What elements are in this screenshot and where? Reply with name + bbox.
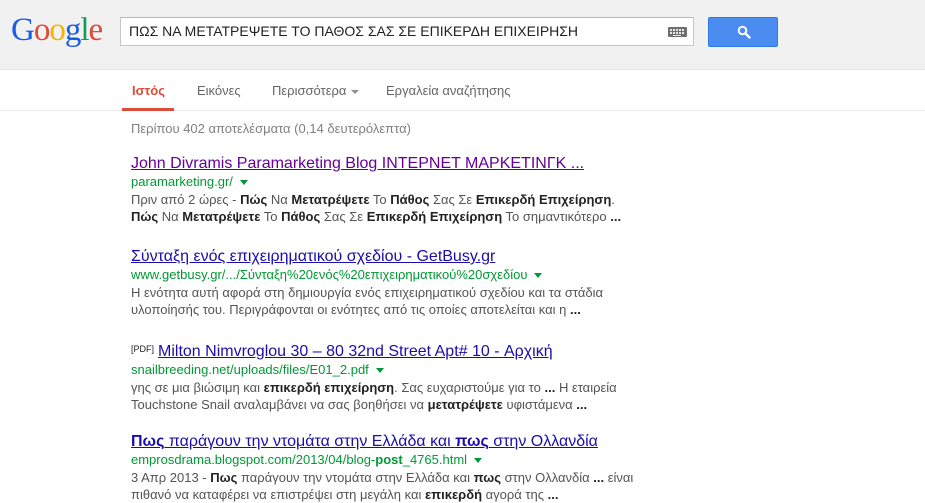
result-title-link[interactable]: John Divramis Paramarketing Blog ΙΝΤΕΡΝΕ…	[131, 154, 651, 173]
tab-search-tools[interactable]: Εργαλεία αναζήτησης	[386, 83, 511, 98]
google-logo[interactable]: Google	[11, 14, 103, 47]
tab-more[interactable]: Περισσότερα	[272, 83, 360, 98]
tab-images[interactable]: Εικόνες	[197, 83, 241, 98]
result-stats: Περίπου 402 αποτελέσματα (0,14 δευτερόλε…	[131, 121, 411, 136]
result-snippet: 3 Απρ 2013 - Πως παράγουν την ντομάτα στ…	[131, 469, 651, 503]
result-url: paramarketing.gr/	[131, 174, 651, 190]
result-snippet: Η ενότητα αυτή αφορά στη δημιουργία ενός…	[131, 284, 651, 318]
url-options-arrow-icon[interactable]	[239, 180, 248, 186]
active-tab-indicator	[122, 108, 174, 111]
result-title-link[interactable]: [PDF] Milton Nimvroglou 30 – 80 32nd Stre…	[131, 340, 651, 361]
url-options-arrow-icon[interactable]	[474, 458, 483, 464]
snippet-line: Πριν από 2 ώρες - Πώς Να Μετατρέψετε Το …	[131, 192, 615, 207]
result-url: snailbreeding.net/uploads/files/E01_2.pd…	[131, 362, 651, 378]
result-snippet: Πριν από 2 ώρες - Πώς Να Μετατρέψετε Το …	[131, 191, 651, 225]
result-title-link[interactable]: Πως παράγουν την ντομάτα στην Ελλάδα και…	[131, 432, 651, 451]
header-bar: Google	[0, 0, 925, 70]
search-box[interactable]	[120, 17, 694, 46]
result-url-text: snailbreeding.net/uploads/files/E01_2.pd…	[131, 362, 369, 377]
snippet-line: υλοποίησής του. Περιγράφονται οι ενότητε…	[131, 302, 581, 317]
snippet-line: 3 Απρ 2013 - Πως παράγουν την ντομάτα στ…	[131, 470, 634, 485]
tab-web[interactable]: Ιστός	[132, 83, 165, 98]
result-snippet: γης σε μια βιώσιμη και επικερδή επιχείρη…	[131, 379, 651, 413]
search-result: Πως παράγουν την ντομάτα στην Ελλάδα και…	[131, 432, 651, 503]
search-result: Σύνταξη ενός επιχειρηματικού σχεδίου - G…	[131, 247, 651, 318]
result-url-text: www.getbusy.gr/.../Σύνταξη%20ενός%20επιχ…	[131, 267, 528, 282]
search-result: John Divramis Paramarketing Blog ΙΝΤΕΡΝΕ…	[131, 154, 651, 225]
pdf-tag: [PDF]	[131, 344, 155, 354]
search-result: [PDF] Milton Nimvroglou 30 – 80 32nd Stre…	[131, 340, 651, 413]
search-tabs: Ιστός Εικόνες Περισσότερα Εργαλεία αναζή…	[0, 71, 925, 111]
result-url: www.getbusy.gr/.../Σύνταξη%20ενός%20επιχ…	[131, 267, 651, 283]
result-url-text: paramarketing.gr/	[131, 174, 233, 189]
snippet-line: γης σε μια βιώσιμη και επικερδή επιχείρη…	[131, 380, 617, 395]
snippet-line: πιθανό να καταφέρει να επιστρέψει στη με…	[131, 487, 559, 502]
url-options-arrow-icon[interactable]	[375, 368, 384, 374]
chevron-down-icon	[351, 89, 360, 94]
result-url-text: emprosdrama.blogspot.com/2013/04/blog-po…	[131, 452, 468, 467]
snippet-line: Η ενότητα αυτή αφορά στη δημιουργία ενός…	[131, 285, 603, 300]
result-title-text: Milton Nimvroglou 30 – 80 32nd Street Ap…	[158, 343, 553, 360]
result-title-link[interactable]: Σύνταξη ενός επιχειρηματικού σχεδίου - G…	[131, 247, 651, 266]
snippet-line: Touchstone Snail αναλαμβάνει να σας βοηθ…	[131, 397, 588, 412]
result-url: emprosdrama.blogspot.com/2013/04/blog-po…	[131, 452, 651, 468]
keyboard-icon[interactable]	[668, 27, 687, 37]
tab-more-label: Περισσότερα	[272, 83, 347, 98]
search-button[interactable]	[708, 17, 778, 47]
search-icon	[737, 25, 751, 39]
url-options-arrow-icon[interactable]	[534, 273, 543, 279]
search-input[interactable]	[129, 18, 659, 45]
snippet-line: Πώς Να Μετατρέψετε Το Πάθος Σας Σε Επικε…	[131, 209, 622, 224]
